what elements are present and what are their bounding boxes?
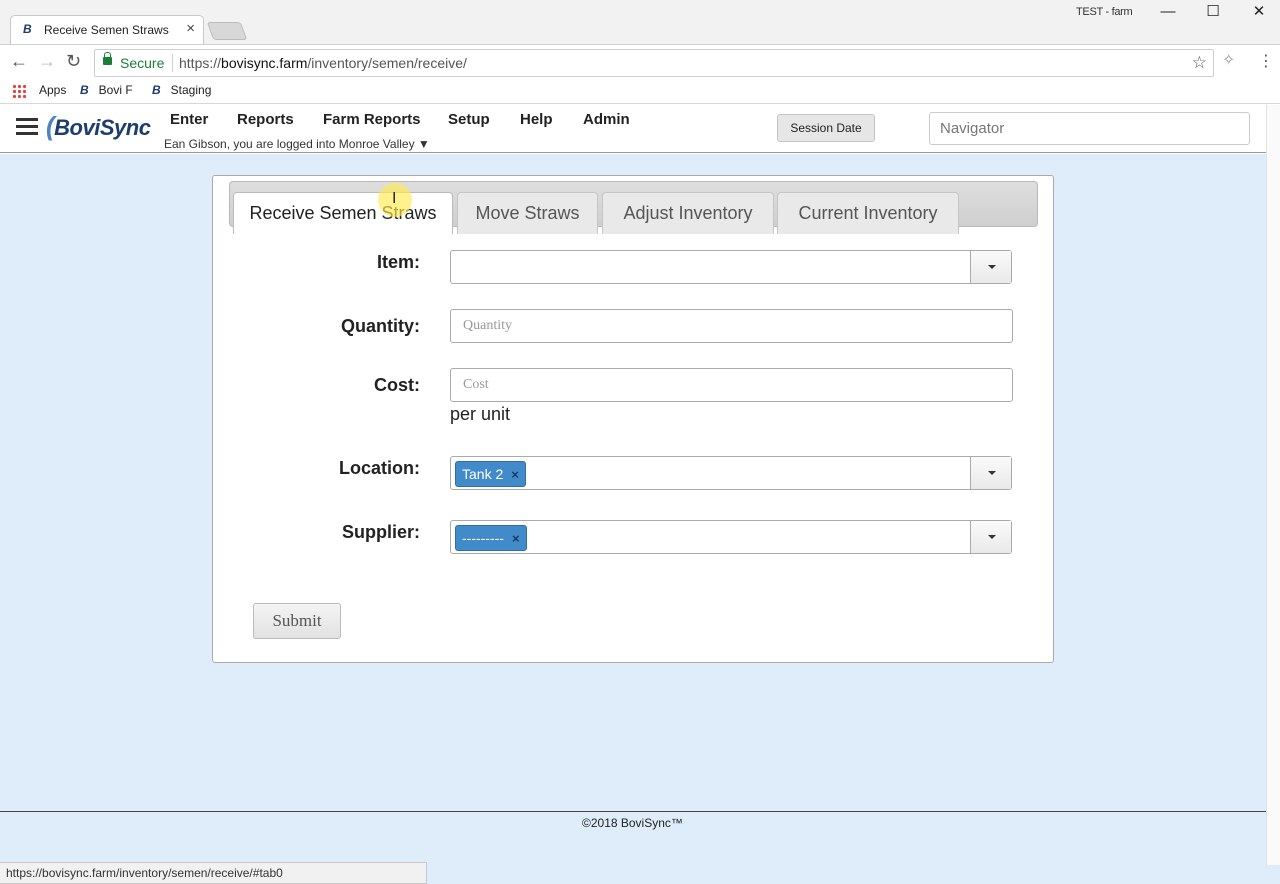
bookmark-apps[interactable]: Apps (39, 83, 66, 97)
item-dropdown-caret-icon[interactable] (970, 251, 1011, 283)
tab-current-inventory[interactable]: Current Inventory (777, 192, 959, 234)
browser-toolbar: ← → ↻ Secure https://bovisync.farm/inven… (0, 44, 1280, 80)
forward-arrow-icon[interactable]: → (38, 51, 56, 72)
login-status[interactable]: Ean Gibson, you are logged into Monroe V… (164, 137, 430, 151)
new-tab-button[interactable] (206, 22, 248, 40)
remove-supplier-icon[interactable]: × (512, 531, 520, 546)
supplier-select[interactable]: --------- × (450, 520, 1012, 554)
supplier-dropdown-caret-icon[interactable] (970, 521, 1011, 553)
per-unit-text: per unit (450, 404, 511, 424)
link-status-bar: https://bovisync.farm/inventory/semen/re… (0, 862, 427, 884)
bovisync-favicon-icon: B (152, 83, 161, 97)
supplier-label: Supplier: (341, 522, 420, 542)
location-label: Location: (339, 458, 420, 478)
quantity-label: Quantity: (341, 316, 420, 336)
item-select[interactable] (450, 250, 1012, 284)
address-bar[interactable]: Secure https://bovisync.farm/inventory/s… (94, 49, 1214, 77)
hamburger-menu-icon[interactable] (16, 118, 38, 136)
nav-enter[interactable]: Enter (170, 111, 208, 128)
bookmark-staging[interactable]: B Staging (152, 83, 211, 97)
extension-icon[interactable]: ✧ (1222, 50, 1235, 70)
minimize-icon[interactable]: — (1145, 2, 1191, 24)
footer-strip (427, 865, 1280, 884)
session-date-button[interactable]: Session Date (777, 114, 875, 142)
address-separator (172, 54, 173, 72)
reload-icon[interactable]: ↻ (66, 51, 81, 72)
lock-icon (103, 52, 112, 65)
bookmark-bovi-f[interactable]: B Bovi F (80, 83, 133, 97)
close-window-icon[interactable]: ✕ (1236, 2, 1280, 24)
page-scrollbar[interactable] (1266, 105, 1280, 865)
supplier-chip: --------- × (455, 525, 527, 551)
remove-location-icon[interactable]: × (511, 467, 519, 482)
page-footer: ©2018 BoviSync™ (0, 811, 1266, 865)
profile-name[interactable]: TEST - farm (1076, 6, 1133, 18)
location-dropdown-caret-icon[interactable] (970, 457, 1011, 489)
bookmark-star-icon[interactable]: ☆ (1192, 53, 1207, 73)
secure-label: Secure (120, 55, 165, 71)
location-chip: Tank 2 × (455, 461, 526, 487)
browser-tabstrip: B Receive Semen Straws × TEST - farm — ☐… (0, 0, 1280, 45)
navigator-input[interactable] (929, 112, 1250, 145)
nav-admin[interactable]: Admin (583, 111, 630, 128)
close-tab-icon[interactable]: × (186, 20, 195, 37)
receive-panel: Receive Semen Straws Move Straws Adjust … (212, 175, 1054, 663)
url-text[interactable]: https://bovisync.farm/inventory/semen/re… (179, 55, 467, 71)
nav-reports[interactable]: Reports (237, 111, 294, 128)
browser-menu-icon[interactable]: ⋮ (1258, 51, 1274, 71)
browser-tab-title: Receive Semen Straws (44, 23, 169, 37)
tab-move-straws[interactable]: Move Straws (457, 192, 598, 234)
bovisync-favicon-icon: B (23, 22, 32, 36)
tab-receive-semen-straws[interactable]: Receive Semen Straws (233, 192, 453, 234)
browser-tab[interactable]: B Receive Semen Straws × (10, 15, 204, 45)
apps-grid-icon[interactable] (12, 84, 26, 98)
item-label: Item: (376, 252, 420, 272)
copyright-text: ©2018 BoviSync™ (582, 816, 683, 830)
bovisync-favicon-icon: B (80, 83, 89, 97)
maximize-icon[interactable]: ☐ (1190, 2, 1236, 24)
bovisync-logo[interactable]: (BoviSync (46, 111, 151, 142)
nav-farm-reports[interactable]: Farm Reports (323, 111, 421, 128)
cost-input[interactable] (450, 368, 1013, 402)
text-cursor-icon: I (392, 190, 397, 207)
nav-help[interactable]: Help (520, 111, 553, 128)
tab-adjust-inventory[interactable]: Adjust Inventory (602, 192, 774, 234)
inventory-tabbar: Receive Semen Straws Move Straws Adjust … (229, 181, 1038, 234)
back-arrow-icon[interactable]: ← (10, 51, 28, 72)
submit-button[interactable]: Submit (253, 603, 341, 639)
location-select[interactable]: Tank 2 × (450, 456, 1012, 490)
quantity-input[interactable] (450, 309, 1013, 343)
nav-setup[interactable]: Setup (448, 111, 490, 128)
cost-label: Cost: (374, 375, 420, 395)
